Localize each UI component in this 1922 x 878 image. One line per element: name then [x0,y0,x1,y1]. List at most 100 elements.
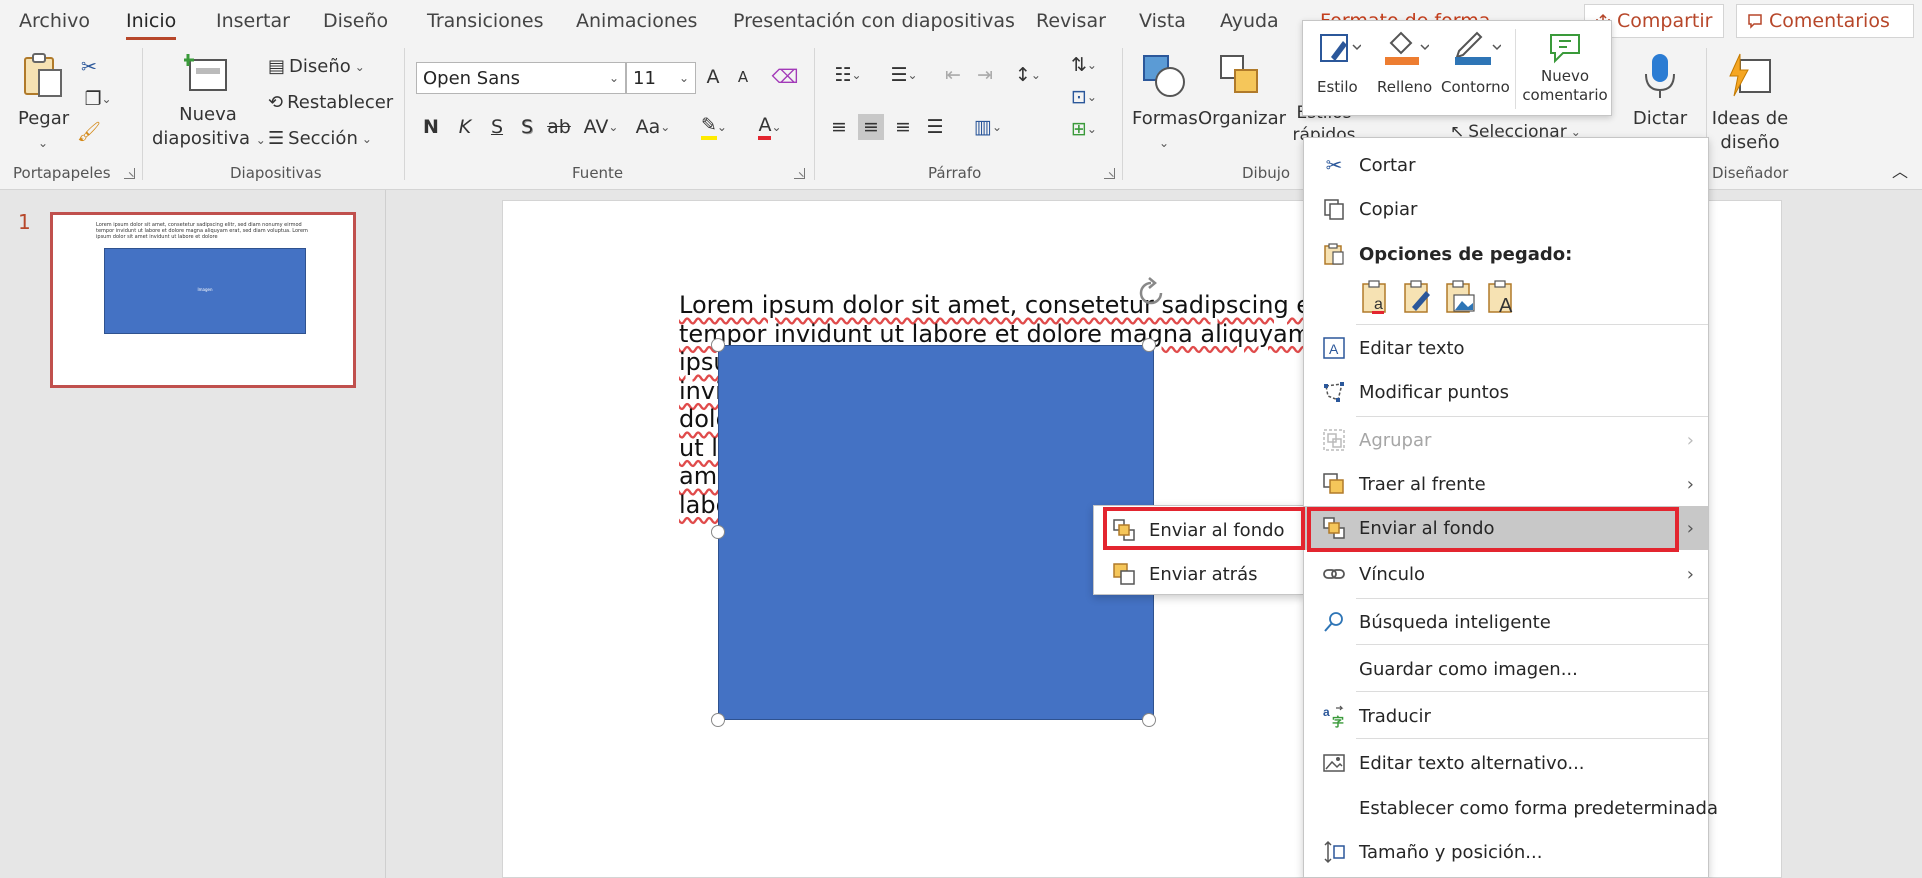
menu-item-save-as-picture-label: Guardar como imagen... [1359,658,1578,680]
layout-icon: ▤ [268,56,286,77]
menu-item-link[interactable]: Vínculo › [1304,552,1708,596]
selected-rectangle-shape[interactable] [718,345,1154,720]
format-painter-button[interactable]: 🖌 [76,118,102,144]
strikethrough-button[interactable]: ab [546,114,572,140]
bold-button[interactable]: N [418,114,444,140]
tab-presentacion[interactable]: Presentación con diapositivas [733,10,1015,32]
menu-item-send-to-back[interactable]: Enviar al fondo › [1304,506,1708,550]
mini-toolbar-separator [1515,29,1516,109]
char-spacing-button[interactable]: AV ⌄ [580,114,622,140]
menu-item-cut[interactable]: ✂ Cortar [1304,143,1708,187]
tab-animaciones[interactable]: Animaciones [576,10,697,32]
underline-button[interactable]: S [484,114,510,140]
menu-item-send-to-back-label: Enviar al fondo [1359,517,1495,539]
submenu-send-backward[interactable]: Enviar atrás [1094,552,1304,596]
scissors-icon: ✂ [81,56,97,78]
line-spacing-button[interactable]: ↕ ⌄ [1006,62,1050,88]
design-ideas-button[interactable]: Ideas de diseño [1710,52,1790,155]
chevron-down-icon: ⌄ [101,92,112,106]
font-size-combobox[interactable]: 11 ⌄ [626,62,696,94]
submenu-send-to-back[interactable]: Enviar al fondo [1094,508,1304,552]
collapse-ribbon-button[interactable]: ︿ [1888,160,1912,184]
tab-vista[interactable]: Vista [1139,10,1186,32]
resize-handle-top-left[interactable] [711,338,725,352]
font-name-combobox[interactable]: Open Sans ⌄ [416,62,626,94]
justify-button[interactable]: ☰ [922,114,948,140]
dictate-button[interactable]: Dictar [1622,52,1698,131]
tab-diseno[interactable]: Diseño [323,10,388,32]
menu-item-copy[interactable]: Copiar [1304,187,1708,231]
menu-item-save-as-picture[interactable]: Guardar como imagen... [1304,647,1708,691]
smartart-button[interactable]: ⊞ ⌄ [1064,116,1104,142]
resize-handle-left[interactable] [711,525,725,539]
menu-item-set-default-shape[interactable]: Establecer como forma predeterminada [1304,786,1718,830]
tab-revisar[interactable]: Revisar [1036,10,1106,32]
paste-label: Pegar [18,108,70,129]
tab-transiciones[interactable]: Transiciones [427,10,543,32]
new-slide-button[interactable]: Nueva diapositiva ⌄ [152,52,266,152]
font-color-button[interactable]: A ⌄ [748,114,792,140]
resize-handle-bottom-left[interactable] [711,713,725,727]
menu-item-bring-to-front[interactable]: Traer al frente › [1304,462,1708,506]
reset-button[interactable]: ⟲ Restablecer [268,92,393,113]
bullets-button[interactable]: ☷ ⌄ [826,62,870,88]
italic-button[interactable]: K [452,114,478,140]
translate-icon: a字 [1323,705,1344,728]
chevron-down-icon: ⌄ [1086,58,1097,72]
dialog-launcher-icon[interactable] [794,168,805,179]
highlight-button[interactable]: ✎ ⌄ [692,114,736,140]
resize-handle-top[interactable] [1142,338,1156,352]
align-right-button[interactable]: ≡ [890,114,916,140]
align-left-button[interactable]: ≡ [826,114,852,140]
new-comment-button[interactable]: Nuevo comentario [1519,21,1611,117]
clear-formatting-button[interactable]: ⌫ [771,64,799,90]
shadow-button[interactable]: S [514,114,540,140]
decrease-indent-button[interactable]: ⇤ [940,62,966,88]
menu-item-alt-text[interactable]: Editar texto alternativo... [1304,741,1708,785]
alt-text-icon [1323,754,1345,772]
dialog-launcher-icon[interactable] [124,168,135,179]
paste-keep-source-option[interactable]: a [1359,278,1393,316]
paste-text-only-option[interactable]: A [1485,278,1519,316]
paste-picture-option[interactable] [1443,278,1477,316]
section-button[interactable]: ☰ Sección ⌄ [268,128,372,149]
columns-button[interactable]: ▥ ⌄ [966,114,1010,140]
align-text-button[interactable]: ⊡ ⌄ [1064,84,1104,110]
menu-item-edit-points[interactable]: Modificar puntos [1304,370,1708,414]
menu-item-size-position[interactable]: Tamaño y posición... [1304,830,1708,874]
tab-insertar[interactable]: Insertar [216,10,290,32]
numbering-button[interactable]: ☰ ⌄ [882,62,926,88]
tab-ayuda[interactable]: Ayuda [1220,10,1279,32]
comments-button[interactable]: Comentarios [1736,4,1914,38]
svg-text:a: a [1323,705,1330,719]
tab-archivo[interactable]: Archivo [19,10,90,32]
paste-destination-theme-option[interactable] [1401,278,1435,316]
slide-thumbnail-1[interactable]: Lorem ipsum dolor sit amet, consetetur s… [50,212,356,388]
style-button[interactable]: Estilo [1303,21,1369,117]
copy-button[interactable]: ❐ ⌄ [76,86,120,112]
menu-item-translate[interactable]: a字 Traducir [1304,694,1708,738]
eraser-icon: ⌫ [771,66,799,88]
shrink-font-button[interactable]: A [730,64,756,90]
increase-indent-button[interactable]: ⇥ [972,62,998,88]
menu-item-smart-lookup[interactable]: Búsqueda inteligente [1304,600,1708,644]
menu-item-edit-text[interactable]: A Editar texto [1304,326,1708,370]
arrange-button[interactable]: Organizar [1198,52,1286,131]
cut-button[interactable]: ✂ [76,54,102,80]
dialog-launcher-icon[interactable] [1104,168,1115,179]
slide-thumbnail-pane: 1 Lorem ipsum dolor sit amet, consetetur… [0,190,386,878]
rotate-handle-icon[interactable] [1135,277,1167,309]
tab-inicio[interactable]: Inicio [126,10,177,40]
menu-item-group[interactable]: Agrupar › [1304,418,1708,462]
fill-button[interactable]: Relleno [1371,21,1437,117]
layout-button[interactable]: ▤ Diseño ⌄ [268,56,365,77]
resize-handle-bottom[interactable] [1142,713,1156,727]
paste-button[interactable]: Pegar ⌄ [18,52,70,155]
shapes-button[interactable]: Formas ⌄ [1132,52,1198,155]
change-case-button[interactable]: Aa ⌄ [632,114,674,140]
grow-font-button[interactable]: A [700,64,726,90]
text-direction-button[interactable]: ⇅ ⌄ [1064,52,1104,78]
outline-button[interactable]: Contorno [1439,21,1511,117]
arrange-label: Organizar [1198,108,1286,129]
align-center-button[interactable]: ≡ [858,114,884,140]
